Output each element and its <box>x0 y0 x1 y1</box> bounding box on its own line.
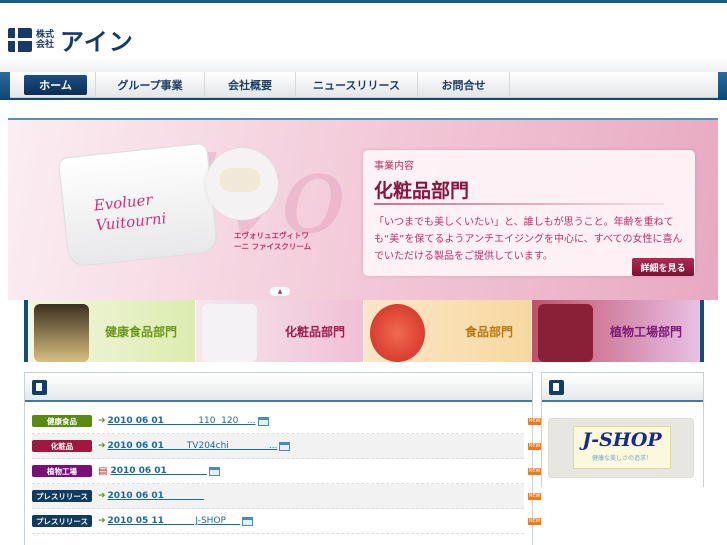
category-label: 植物工場部門 <box>609 324 682 339</box>
arrow-icon: ➜ <box>98 516 106 526</box>
new-window-icon <box>208 466 220 476</box>
jshop-title: J-SHOP <box>582 429 662 451</box>
jshop-subtitle: 健康な美しさの追求！ <box>591 455 652 462</box>
logo-mark-icon <box>8 27 32 52</box>
new-badge: NEW <box>528 442 541 450</box>
product-jar-image: Evoluer Vuitourni <box>57 142 219 268</box>
arrow-icon: ➜ <box>98 416 106 426</box>
news-date: 2010 06 01 <box>107 491 164 501</box>
slide-toggle-button[interactable]: ▲ <box>270 287 290 296</box>
new-badge: NEW <box>528 417 541 425</box>
nav-contact[interactable]: お問合せ <box>418 71 510 98</box>
divider <box>374 203 664 205</box>
news-panel-header <box>25 373 532 402</box>
category-tag: プレスリリース <box>32 490 92 502</box>
category-label: 食品部門 <box>464 324 513 339</box>
category-tag: 化粧品 <box>32 440 92 452</box>
jshop-card: J-SHOP 健康な美しさの追求！ <box>573 426 671 469</box>
nav-home[interactable]: ホーム <box>24 74 87 95</box>
category-food[interactable]: 食品部門 <box>364 300 532 362</box>
category-tag: 健康食品 <box>32 415 92 427</box>
news-row: プレスリリース ➜ 2010 05 11 J-SHOP NEW <box>32 509 541 534</box>
new-window-icon <box>257 416 269 426</box>
category-strip: 健康食品部門 化粧品部門 食品部門 植物工場部門 <box>24 300 704 362</box>
category-label: 化粧品部門 <box>284 324 345 339</box>
news-title <box>164 491 204 501</box>
more-details-button[interactable]: 詳細を見る <box>632 258 694 276</box>
flower-image <box>538 304 593 362</box>
panel-icon <box>32 380 47 395</box>
main-nav: ホーム グループ事業 会社概要 ニュースリリース お問合せ <box>10 71 718 98</box>
category-cosmetics[interactable]: 化粧品部門 <box>196 300 364 362</box>
company-logo[interactable]: 株式会社 アイン <box>8 22 134 57</box>
news-title: 110 120 ... <box>163 416 256 426</box>
news-link[interactable]: 2010 06 01 <box>110 466 206 476</box>
cosmetic-image <box>202 304 257 362</box>
logo-small-text: 株式会社 <box>36 29 55 50</box>
header-fade <box>0 58 727 72</box>
new-window-icon <box>242 516 254 526</box>
cream-image <box>206 148 278 220</box>
product-name: エヴォリュエヴィトワーニ ファイスクリーム <box>234 231 312 251</box>
news-date: 2010 06 01 <box>110 466 167 476</box>
news-link[interactable]: 2010 05 11 J-SHOP <box>108 516 241 526</box>
news-date: 2010 05 11 <box>107 516 164 526</box>
news-date: 2010 06 01 <box>107 416 164 426</box>
news-row: 化粧品 ➜ 2010 06 01 TV204chi ... NEW <box>32 434 541 459</box>
jshop-banner[interactable]: J-SHOP 健康な美しさの追求！ <box>548 418 694 478</box>
news-row: 植物工場 ▤ 2010 06 01 NEW <box>32 459 541 484</box>
new-window-icon <box>279 441 291 451</box>
category-tag: 植物工場 <box>32 465 92 477</box>
category-label: 健康食品部門 <box>104 324 177 339</box>
news-title <box>167 466 207 476</box>
news-link[interactable]: 2010 06 01 TV204chi ... <box>108 441 278 451</box>
news-title: TV204chi ... <box>163 441 278 451</box>
category-health-food[interactable]: 健康食品部門 <box>28 300 196 362</box>
panel-icon <box>549 380 564 395</box>
card-title: 化粧品部門 <box>374 180 470 202</box>
news-row: 健康食品 ➜ 2010 06 01 110 120 ... NEW <box>32 409 541 434</box>
nav-news-release[interactable]: ニュースリリース <box>296 71 418 98</box>
new-badge: NEW <box>528 492 541 500</box>
strawberry-image <box>370 304 425 362</box>
jar-label: Evoluer Vuitourni <box>92 190 168 235</box>
shop-panel-header <box>542 373 703 402</box>
news-title: J-SHOP <box>163 516 241 526</box>
news-link[interactable]: 2010 06 01 110 120 ... <box>108 416 256 426</box>
news-row: プレスリリース ➜ 2010 06 01 NEW <box>32 484 541 509</box>
news-link[interactable]: 2010 06 01 <box>108 491 204 501</box>
card-kicker: 事業内容 <box>374 161 414 172</box>
new-badge: NEW <box>528 467 541 475</box>
category-plant-factory[interactable]: 植物工場部門 <box>532 300 700 362</box>
pdf-icon: ▤ <box>98 465 108 477</box>
category-tag: プレスリリース <box>32 515 92 527</box>
arrow-icon: ➜ <box>98 491 106 501</box>
logo-name: アイン <box>60 28 134 56</box>
arrow-icon: ➜ <box>98 441 106 451</box>
top-border <box>0 0 727 3</box>
nav-company[interactable]: 会社概要 <box>205 71 296 98</box>
new-badge: NEW <box>528 517 541 525</box>
news-date: 2010 06 01 <box>107 441 164 451</box>
supplement-image <box>34 304 89 362</box>
nav-group-business[interactable]: グループ事業 <box>95 71 205 98</box>
